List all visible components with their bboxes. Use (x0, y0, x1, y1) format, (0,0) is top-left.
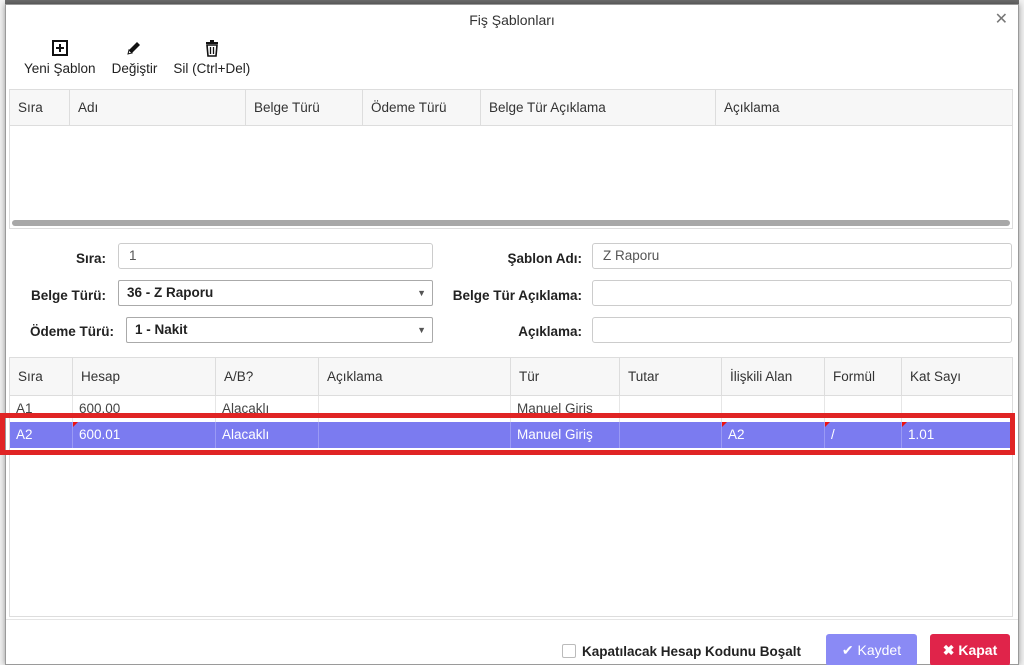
aciklama-label: Açıklama: (518, 324, 582, 339)
column-header-ab[interactable]: A/B? (216, 358, 319, 396)
lines-grid[interactable]: Sıra Hesap A/B? Açıklama Tür Tutar İlişk… (9, 357, 1013, 617)
column-header-sira[interactable]: Sıra (10, 358, 73, 396)
column-header-kat-sayi[interactable]: Kat Sayı (902, 358, 1007, 396)
cell-ab: Alacaklı (216, 422, 319, 448)
plus-square-icon (51, 40, 68, 56)
cell-aciklama (319, 396, 511, 422)
close-icon: ✖ (942, 642, 955, 658)
odeme-turu-label: Ödeme Türü: (29, 324, 114, 339)
belge-turu-label: Belge Türü: (30, 288, 106, 303)
odeme-turu-value: 1 - Nakit (135, 322, 188, 337)
aciklama-input[interactable] (592, 317, 1012, 343)
templates-grid-header: Sıra Adı Belge Türü Ödeme Türü Belge Tür… (10, 90, 1012, 126)
trash-icon (205, 40, 218, 57)
column-header-odeme-turu[interactable]: Ödeme Türü (363, 90, 481, 126)
horizontal-scrollbar[interactable] (12, 220, 1010, 226)
check-icon: ✔ (841, 642, 854, 658)
odeme-turu-select[interactable]: 1 - Nakit ▼ (126, 317, 433, 343)
belge-turu-select[interactable]: 36 - Z Raporu ▼ (118, 280, 433, 306)
cell-tutar (620, 422, 722, 448)
sablon-adi-label: Şablon Adı: (507, 251, 583, 266)
cell-formul: / (825, 422, 902, 448)
cell-tur: Manuel Giriş (511, 396, 620, 422)
column-header-tutar[interactable]: Tutar (620, 358, 722, 396)
belge-turu-value: 36 - Z Raporu (127, 285, 214, 300)
save-button[interactable]: ✔ Kaydet (826, 634, 917, 665)
template-form: Sıra: 1 Şablon Adı: Z Raporu Belge Türü:… (6, 237, 1018, 347)
table-row-selected[interactable]: A2 600.01 Alacaklı Manuel Giriş A2 / 1.0… (10, 422, 1012, 448)
column-header-hesap[interactable]: Hesap (73, 358, 216, 396)
cell-sira: A1 (10, 396, 73, 422)
delete-label: Sil (Ctrl+Del) (173, 61, 251, 76)
new-template-label: Yeni Şablon (24, 61, 96, 76)
cell-aciklama (319, 422, 511, 448)
save-label: Kaydet (857, 642, 902, 658)
clear-account-code-checkbox[interactable] (562, 644, 576, 658)
column-header-formul[interactable]: Formül (825, 358, 902, 396)
close-icon[interactable]: ✕ (995, 5, 1008, 35)
edit-label: Değiştir (111, 61, 158, 76)
pencil-icon (127, 42, 141, 55)
close-label: Kapat (958, 642, 998, 658)
cell-sira: A2 (10, 422, 73, 448)
templates-grid[interactable]: Sıra Adı Belge Türü Ödeme Türü Belge Tür… (9, 89, 1013, 229)
column-header-sira[interactable]: Sıra (10, 90, 70, 126)
cell-iliskili-alan: A2 (722, 422, 825, 448)
chevron-down-icon: ▼ (417, 325, 426, 335)
cell-hesap: 600.00 (73, 396, 216, 422)
delete-button[interactable]: Sil (Ctrl+Del) (165, 37, 258, 87)
new-template-button[interactable]: Yeni Şablon (16, 37, 104, 87)
dialog-title: Fiş Şablonları (469, 12, 555, 28)
cell-kat-sayi (902, 396, 1007, 422)
column-header-iliskili-alan[interactable]: İlişkili Alan (722, 358, 825, 396)
table-row[interactable]: A1 600.00 Alacaklı Manuel Giriş (10, 396, 1012, 422)
close-button[interactable]: ✖ Kapat (930, 634, 1010, 665)
cell-tutar (620, 396, 722, 422)
cell-formul (825, 396, 902, 422)
cell-hesap: 600.01 (73, 422, 216, 448)
lines-grid-header: Sıra Hesap A/B? Açıklama Tür Tutar İlişk… (10, 358, 1012, 396)
column-header-belge-tur-aciklama[interactable]: Belge Tür Açıklama (481, 90, 716, 126)
chevron-down-icon: ▼ (417, 288, 426, 298)
dialog-footer: Kapatılacak Hesap Kodunu Boşalt ✔ Kaydet… (6, 619, 1018, 665)
sira-input[interactable]: 1 (118, 243, 433, 269)
cell-iliskili-alan (722, 396, 825, 422)
toolbar: Yeni Şablon Değiştir Sil (Ctrl+Del) (16, 37, 258, 87)
column-header-adi[interactable]: Adı (70, 90, 246, 126)
dialog: Fiş Şablonları ✕ Yeni Şablon Değiştir Si… (5, 4, 1019, 665)
column-header-aciklama[interactable]: Açıklama (716, 90, 1012, 126)
sira-label: Sıra: (75, 251, 106, 266)
clear-account-code-label[interactable]: Kapatılacak Hesap Kodunu Boşalt (582, 644, 801, 659)
column-header-aciklama[interactable]: Açıklama (319, 358, 511, 396)
cell-kat-sayi: 1.01 (902, 422, 1007, 448)
sablon-adi-input[interactable]: Z Raporu (592, 243, 1012, 269)
column-header-belge-turu[interactable]: Belge Türü (246, 90, 363, 126)
belge-tur-aciklama-label: Belge Tür Açıklama: (452, 288, 582, 303)
cell-ab: Alacaklı (216, 396, 319, 422)
belge-tur-aciklama-input[interactable] (592, 280, 1012, 306)
column-header-tur[interactable]: Tür (511, 358, 620, 396)
edit-button[interactable]: Değiştir (104, 37, 166, 87)
cell-tur: Manuel Giriş (511, 422, 620, 448)
